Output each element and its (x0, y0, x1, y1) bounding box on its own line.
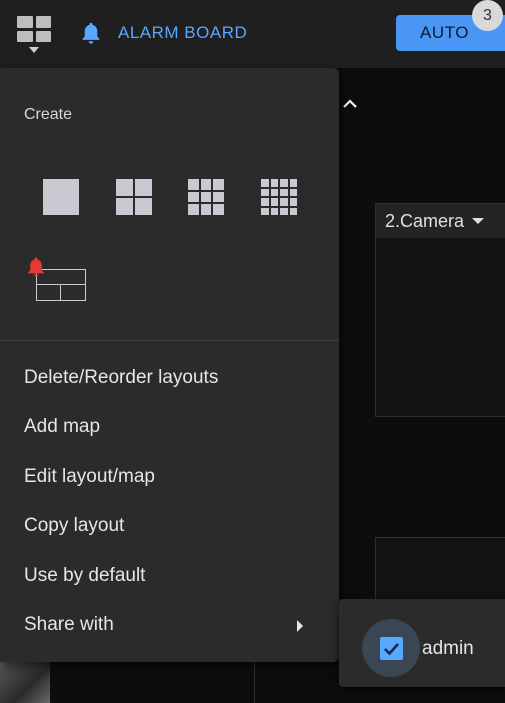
menu-item-edit-layout[interactable]: Edit layout/map (24, 466, 155, 488)
bell-icon (28, 257, 44, 277)
layout-3x3-icon[interactable] (188, 179, 224, 215)
chevron-down-icon (29, 47, 39, 53)
layouts-menu-button[interactable] (14, 14, 54, 58)
create-section-title: Create (24, 106, 73, 123)
layout-2x2-icon[interactable] (116, 179, 152, 215)
alarm-layout-icon[interactable] (24, 254, 88, 302)
alarm-board-button[interactable]: ALARM BOARD (78, 18, 247, 48)
menu-item-use-by-default[interactable]: Use by default (24, 565, 145, 587)
menu-item-delete-reorder[interactable]: Delete/Reorder layouts (24, 367, 218, 389)
chevron-down-icon (472, 218, 485, 224)
chevron-right-icon (297, 620, 303, 632)
menu-item-add-map[interactable]: Add map (24, 416, 100, 438)
layout-1x1-icon[interactable] (43, 179, 79, 215)
menu-divider (0, 340, 339, 341)
menu-item-share-with[interactable]: Share with (24, 614, 114, 636)
checkmark-icon (384, 643, 399, 656)
top-bar: ALARM BOARD AUTO 3 (0, 0, 505, 68)
divider (254, 660, 255, 703)
layouts-menu: Create Delete/Reorder layouts Add map Ed… (0, 68, 339, 662)
menu-item-copy-layout[interactable]: Copy layout (24, 515, 124, 537)
share-with-submenu: admin (339, 599, 505, 687)
camera-title: 2.Camera (385, 210, 465, 231)
camera-selector[interactable]: 2.Camera (376, 204, 505, 238)
layout-4x4-icon[interactable] (261, 179, 297, 215)
user-name: admin (422, 638, 474, 659)
auto-count-badge: 3 (472, 0, 503, 31)
chevron-up-icon[interactable] (342, 97, 358, 109)
alarm-board-label: ALARM BOARD (118, 23, 248, 42)
bell-icon (82, 22, 100, 44)
camera-thumbnail[interactable] (0, 660, 50, 703)
camera-tile: 2.Camera (375, 203, 505, 417)
layout-grid-icon (17, 16, 51, 42)
user-checkbox[interactable] (380, 637, 403, 660)
